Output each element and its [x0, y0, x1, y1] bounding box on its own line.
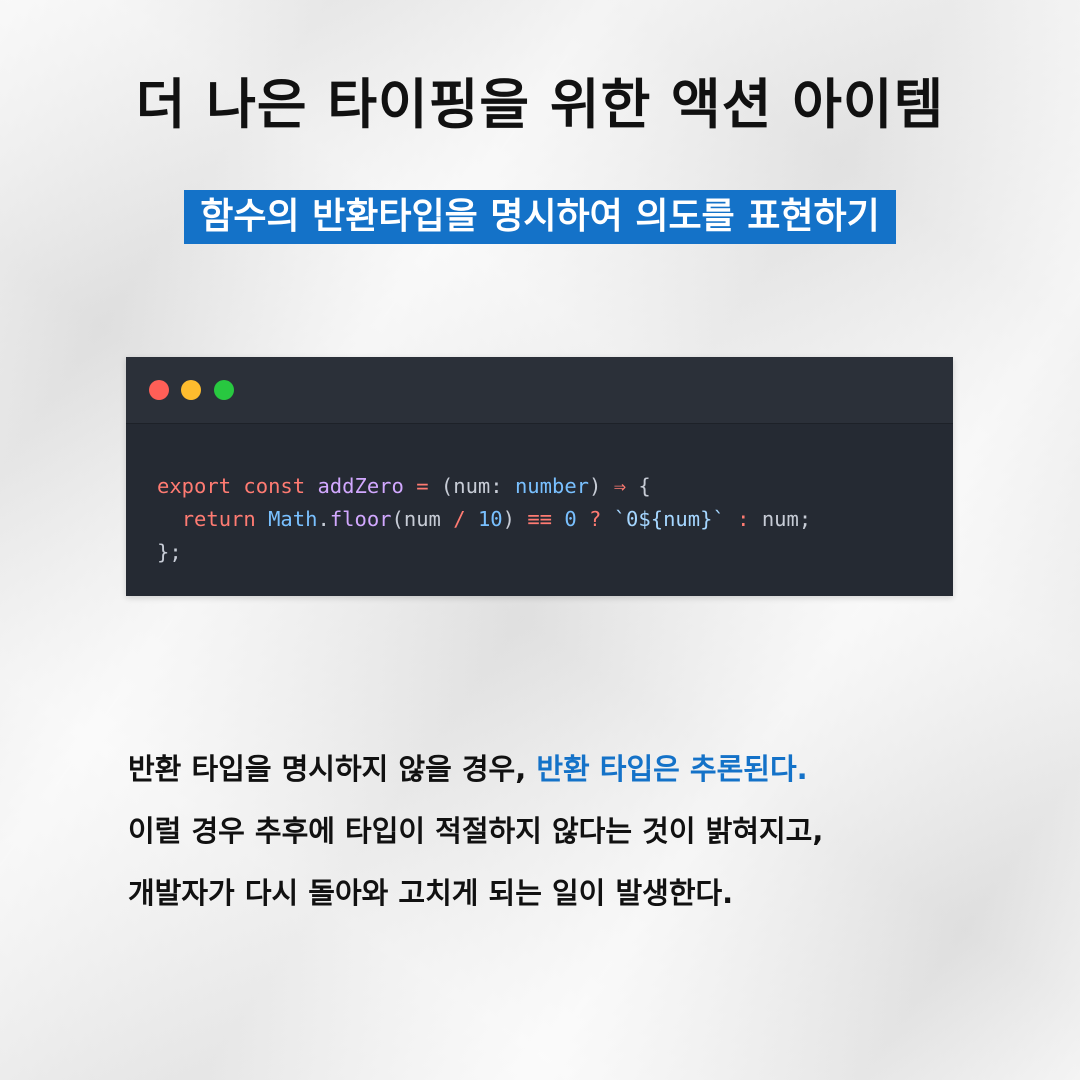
code-line: }; — [157, 536, 953, 569]
code-token: ) — [589, 474, 614, 498]
code-token: : — [490, 474, 515, 498]
minimize-dot-icon — [181, 380, 201, 400]
body-line: 개발자가 다시 돌아와 고치게 되는 일이 발생한다. — [128, 876, 734, 910]
code-token: . — [317, 507, 330, 531]
code-token: 0 — [564, 507, 577, 531]
body-line: 반환 타입을 명시하지 않을 경우, 반환 타입은 추론된다. — [128, 738, 1028, 800]
code-token: Math — [268, 507, 318, 531]
close-dot-icon — [149, 380, 169, 400]
subtitle-banner: 함수의 반환타입을 명시하여 의도를 표현하기 — [184, 190, 896, 244]
code-token: }; — [157, 540, 182, 564]
code-token: ) — [502, 507, 528, 531]
code-token: `0${num}` — [613, 507, 725, 531]
code-token: ( — [428, 474, 454, 498]
code-token: (num — [391, 507, 454, 531]
code-line: return Math.floor(num / 10) ≡≡ 0 ? `0${n… — [157, 503, 953, 536]
code-token: return — [181, 507, 256, 531]
code-token: number — [514, 474, 590, 498]
code-line: export const addZero = (num: number) ⇒ { — [157, 470, 953, 503]
window-title-bar — [126, 357, 953, 424]
code-token: addZero — [317, 474, 404, 498]
body-highlight-text: 반환 타입은 추론된다. — [536, 752, 808, 786]
code-token: = — [416, 474, 429, 498]
body-line-text: 반환 타입을 명시하지 않을 경우, — [128, 752, 537, 786]
code-token: num — [453, 474, 491, 498]
code-token: { — [626, 474, 651, 498]
page-title: 더 나은 타이핑을 위한 액션 아이템 — [135, 73, 945, 136]
code-token: ⇒ — [613, 474, 627, 498]
code-token: ? — [589, 507, 602, 531]
code-token: num; — [749, 507, 812, 531]
code-token: ≡≡ — [527, 507, 552, 531]
body-line: 이럴 경우 추후에 타입이 적절하지 않다는 것이 밝혀지고, — [128, 814, 824, 848]
code-window: export const addZero = (num: number) ⇒ {… — [126, 357, 953, 596]
code-token: / — [453, 507, 466, 531]
code-token: floor — [329, 507, 392, 531]
code-block: export const addZero = (num: number) ⇒ {… — [126, 424, 953, 569]
code-token: export — [157, 474, 232, 498]
body-text: 반환 타입을 명시하지 않을 경우, 반환 타입은 추론된다. 이럴 경우 추후… — [128, 738, 1028, 924]
code-token: : — [737, 507, 750, 531]
subtitle-container: 함수의 반환타입을 명시하여 의도를 표현하기 — [0, 190, 1080, 244]
code-token: 10 — [477, 507, 503, 531]
code-token: const — [243, 474, 306, 498]
maximize-dot-icon — [214, 380, 234, 400]
